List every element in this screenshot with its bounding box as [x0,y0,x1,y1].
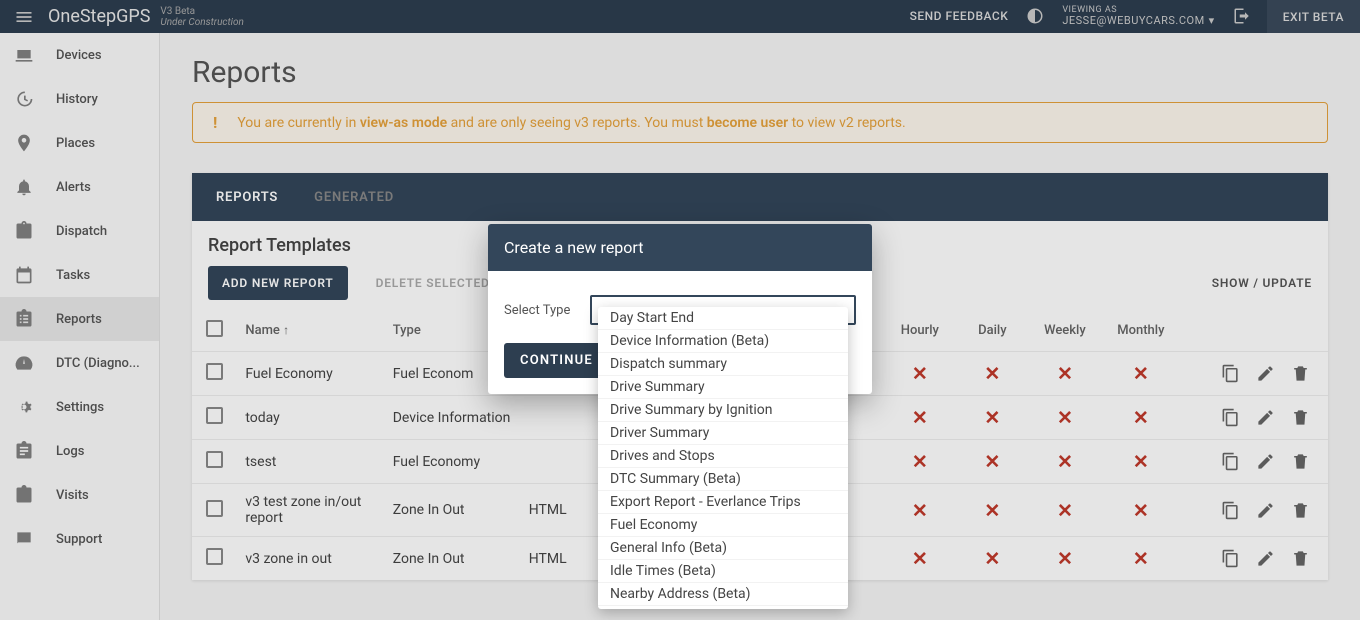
dropdown-item[interactable]: Export Report - Everlance Trips [598,491,848,514]
dropdown-item[interactable]: Device Information (Beta) [598,330,848,353]
dropdown-item[interactable]: Nearby Address (Beta) [598,583,848,606]
report-type-dropdown[interactable]: Day Start EndDevice Information (Beta)Di… [598,307,848,609]
dropdown-item[interactable]: Drives and Stops [598,445,848,468]
dropdown-item[interactable]: Driver Summary [598,422,848,445]
dropdown-item[interactable]: General Info (Beta) [598,537,848,560]
dropdown-item[interactable]: Drive Summary [598,376,848,399]
dropdown-item[interactable]: Dispatch summary [598,353,848,376]
dropdown-item[interactable]: DTC Summary (Beta) [598,468,848,491]
modal-title: Create a new report [488,224,872,271]
dropdown-item[interactable]: Idle Times (Beta) [598,560,848,583]
select-type-label: Select Type [504,303,570,318]
dropdown-item[interactable]: Day Start End [598,307,848,330]
dropdown-item[interactable]: Drive Summary by Ignition [598,399,848,422]
continue-button[interactable]: CONTINUE [504,343,609,378]
dropdown-item[interactable]: Posted Speed (Beta) [598,606,848,609]
dropdown-item[interactable]: Fuel Economy [598,514,848,537]
